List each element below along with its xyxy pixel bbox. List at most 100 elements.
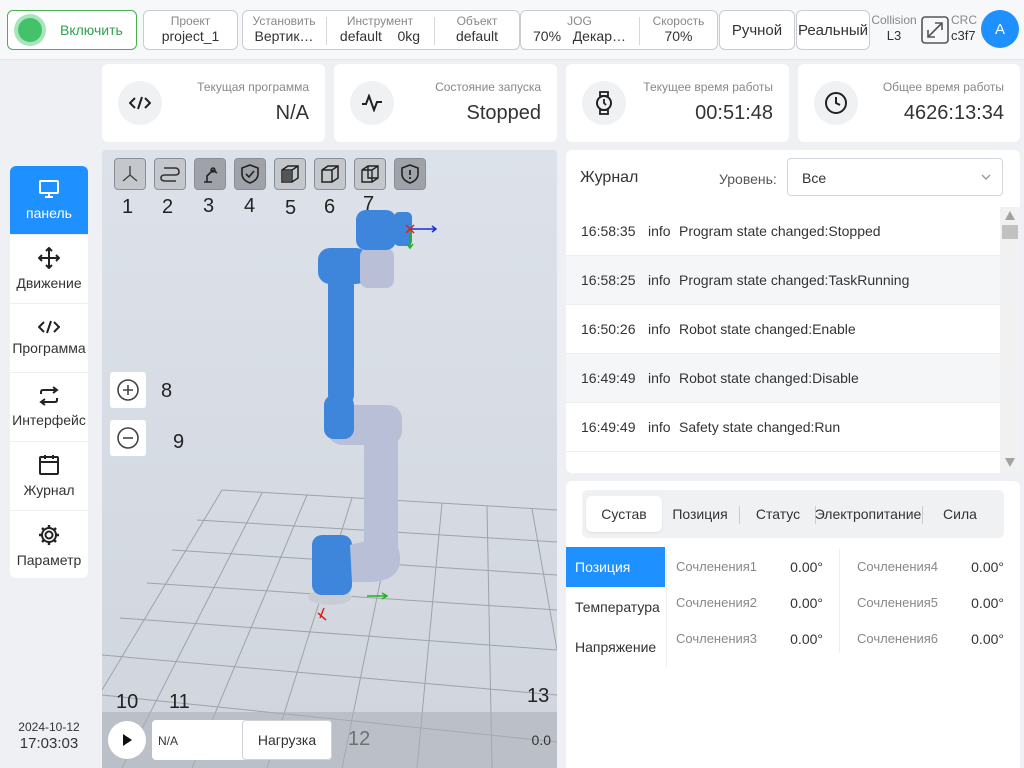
install-selector[interactable]: Установить Вертик… [243,11,325,49]
log-level: info [648,370,671,386]
project-selector[interactable]: Проект project_1 [143,10,238,50]
expand-icon[interactable] [921,16,949,44]
object-value: default [455,28,499,44]
cube-top-icon [321,165,339,183]
load-button[interactable]: Нагрузка [242,720,332,760]
log-level-value: Все [802,170,827,186]
joint-4-value: 0.00° [971,559,1004,575]
project-label: Проект [170,14,211,28]
log-level: info [648,223,671,239]
subnav-temperature[interactable]: Температура [566,587,665,627]
avatar[interactable]: A [981,10,1019,48]
sidebar: панель Движение Программа Интерфейс Журн… [10,166,88,578]
tool-view-front-button[interactable] [274,158,306,190]
tab-status[interactable]: Статус [742,496,814,532]
log-title: Журнал [580,169,639,186]
callout-11: 11 [169,691,190,713]
subnav-position[interactable]: Позиция [566,547,665,587]
divider [739,506,740,524]
log-message: Program state changed:TaskRunning [679,272,910,288]
tool-safety-button[interactable] [234,158,266,190]
sidebar-item-label: Параметр [16,551,82,568]
tool-view-top-button[interactable] [314,158,346,190]
watch-icon [582,81,626,125]
sidebar-item-program[interactable]: Программа [10,304,88,373]
install-tool-object-group: Установить Вертик… Инструмент default 0k… [242,10,520,50]
collision-level[interactable]: Collision L3 [870,14,918,44]
log-level-select[interactable]: Все [787,158,1003,196]
scroll-down-arrow-icon[interactable] [1000,457,1020,471]
power-label: Включить [60,22,123,38]
callout-5: 5 [285,197,297,219]
current-program-label: Текущая программа [197,80,309,94]
jog-speed-group: JOG 70% Декар… Скорость 70% [520,10,718,50]
power-indicator-icon [18,18,42,42]
log-message: Robot state changed:Enable [679,321,856,337]
robot-arm-icon [204,167,218,183]
robot-model [308,210,438,621]
tool-path-button[interactable] [154,158,186,190]
jog-label: JOG [567,14,592,28]
crc-info: CRC c3f7 [951,14,985,44]
cube-icon [281,165,299,183]
robot-3d-viewport[interactable]: 1 2 3 4 5 6 7 8 9 10 11 12 13 N/A Нагруз… [102,150,557,768]
shield-alert-icon [401,164,419,184]
log-scrollbar[interactable] [1000,207,1020,473]
top-bar: Включить Проект project_1 Установить Вер… [0,0,1024,60]
collision-value: L3 [886,28,902,43]
move-icon [38,247,60,269]
callout-2: 2 [162,196,174,218]
run-state-label: Состояние запуска [435,80,541,94]
play-button[interactable] [108,721,146,759]
divider [666,549,667,667]
sidebar-item-dashboard[interactable]: панель [10,166,88,235]
jog-value: 70% Декар… [533,28,626,44]
log-time: 16:49:49 [581,370,636,386]
run-state-value: Stopped [466,102,541,124]
manual-mode-button[interactable]: Ручной [719,10,795,50]
sidebar-item-interface[interactable]: Интерфейс [10,373,88,442]
tool-robot-view-button[interactable] [194,158,226,190]
scroll-thumb[interactable] [1002,225,1018,239]
zoom-in-icon [117,379,139,401]
tool-selector[interactable]: Инструмент default 0kg [327,11,433,49]
sidebar-item-label: Журнал [23,482,75,498]
scroll-up-arrow-icon[interactable] [1000,209,1020,223]
tool-label: Инструмент [346,14,414,28]
tab-position[interactable]: Позиция [664,496,736,532]
log-row: 16:58:35 info Program state changed:Stop… [566,207,1000,256]
jog-selector[interactable]: JOG 70% Декар… [521,11,638,49]
zoom-out-button[interactable] [110,420,146,456]
swap-icon [39,386,59,406]
shield-check-icon [241,164,259,184]
power-toggle-button[interactable]: Включить [7,10,137,50]
real-mode-button[interactable]: Реальный [796,10,870,50]
joint-subnav: Позиция Температура Напряжение [566,547,665,667]
callout-4: 4 [244,195,256,217]
tool-view-side-button[interactable] [354,158,386,190]
joint-1-value: 0.00° [790,559,823,575]
zoom-in-button[interactable] [110,372,146,408]
callout-1: 1 [122,196,134,218]
object-selector[interactable]: Объект default [435,11,519,49]
sidebar-item-motion[interactable]: Движение [10,235,88,304]
speed-selector[interactable]: Скорость 70% [640,11,717,49]
log-message: Robot state changed:Disable [679,370,859,386]
crc-value: c3f7 [951,28,976,43]
subnav-voltage[interactable]: Напряжение [566,627,665,667]
sidebar-item-settings[interactable]: Параметр [10,511,88,578]
code-icon [38,320,60,334]
install-value: Вертик… [254,28,314,44]
current-runtime-card: Текущее время работы 00:51:48 [566,64,789,142]
tool-axis-view-button[interactable] [114,158,146,190]
divider [922,506,923,524]
joint-6-value: 0.00° [971,631,1004,647]
tab-force[interactable]: Сила [924,496,996,532]
tab-joint[interactable]: Сустав [586,496,662,532]
current-time: 17:03:03 [19,735,79,752]
sidebar-item-log[interactable]: Журнал [10,442,88,511]
tool-safety-zone-button[interactable] [394,158,426,190]
tab-power[interactable]: Электропитание [815,496,922,532]
callout-13: 13 [527,685,550,707]
pulse-icon [350,81,394,125]
